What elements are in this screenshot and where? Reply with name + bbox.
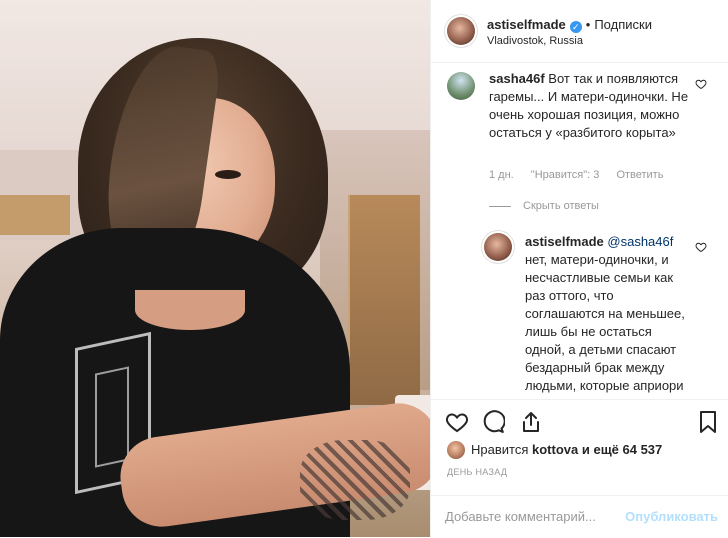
photo-tattoo [300, 440, 410, 520]
photo-shirt-print [95, 366, 129, 468]
likes-count[interactable]: и ещё 64 537 [582, 442, 662, 457]
follow-button[interactable]: Подписки [594, 17, 652, 32]
photo-collar [135, 290, 245, 330]
verified-badge-icon: ✓ [569, 21, 582, 33]
add-comment-bar: Добавьте комментарий... Опубликовать [431, 495, 728, 538]
liker-avatar[interactable] [447, 441, 465, 459]
instagram-post-view: astiselfmade ✓ • Подписки Vladivostok, Russ… [0, 0, 728, 537]
comment-input[interactable]: Добавьте комментарий... [445, 509, 596, 524]
share-icon[interactable] [519, 410, 543, 434]
comment-likes[interactable]: "Нравится": 3 [531, 169, 600, 181]
location-link[interactable]: Vladivostok, Russia [487, 35, 583, 47]
header-username[interactable]: astiselfmade [487, 17, 566, 32]
comment-like-heart-icon[interactable] [695, 78, 707, 90]
comment-time[interactable]: 1 дн. [489, 169, 514, 181]
comment-body: sasha46f Вот так и появляются гаремы... … [489, 70, 694, 142]
reply-like-heart-icon[interactable] [695, 241, 707, 253]
hide-replies-line [489, 205, 511, 207]
liker-username[interactable]: kottova [532, 442, 578, 457]
reply-text: нет, матери-одиночки, и несчастливые сем… [525, 252, 685, 399]
hide-replies-button[interactable]: Скрыть ответы [489, 200, 599, 212]
heart-icon[interactable] [445, 410, 469, 434]
action-bar [431, 399, 728, 442]
likes-line: Нравится kottova и ещё 64 537 [447, 441, 662, 459]
bookmark-icon[interactable] [696, 410, 720, 434]
photo-eye [215, 170, 241, 179]
reply-avatar[interactable] [484, 233, 512, 261]
comment-meta: 1 дн. "Нравится": 3 Ответить [489, 169, 677, 181]
publish-button[interactable]: Опубликовать [625, 509, 718, 524]
separator-dot: • [585, 17, 591, 32]
likes-prefix: Нравится [471, 442, 529, 457]
comments-list[interactable]: sasha46f Вот так и появляются гаремы... … [431, 63, 728, 399]
comment-username[interactable]: sasha46f [489, 71, 545, 86]
hide-replies-label: Скрыть ответы [523, 200, 599, 212]
comment-avatar[interactable] [447, 72, 475, 100]
reply-mention[interactable]: @sasha46f [607, 234, 673, 249]
post-photo[interactable] [0, 0, 430, 537]
reply-body: astiselfmade @sasha46f нет, матери-одино… [525, 233, 695, 399]
photo-shelf [0, 195, 70, 235]
comment-icon[interactable] [481, 410, 505, 434]
header-user-line: astiselfmade ✓ • Подписки [487, 17, 652, 33]
reply-username[interactable]: astiselfmade [525, 234, 604, 249]
avatar[interactable] [447, 17, 475, 45]
post-timestamp[interactable]: ДЕНЬ НАЗАД [447, 467, 507, 477]
post-header: astiselfmade ✓ • Подписки Vladivostok, Russ… [431, 0, 728, 63]
reply-button[interactable]: Ответить [616, 169, 663, 181]
photo-door [348, 195, 420, 405]
post-side-panel: astiselfmade ✓ • Подписки Vladivostok, Russ… [430, 0, 728, 537]
